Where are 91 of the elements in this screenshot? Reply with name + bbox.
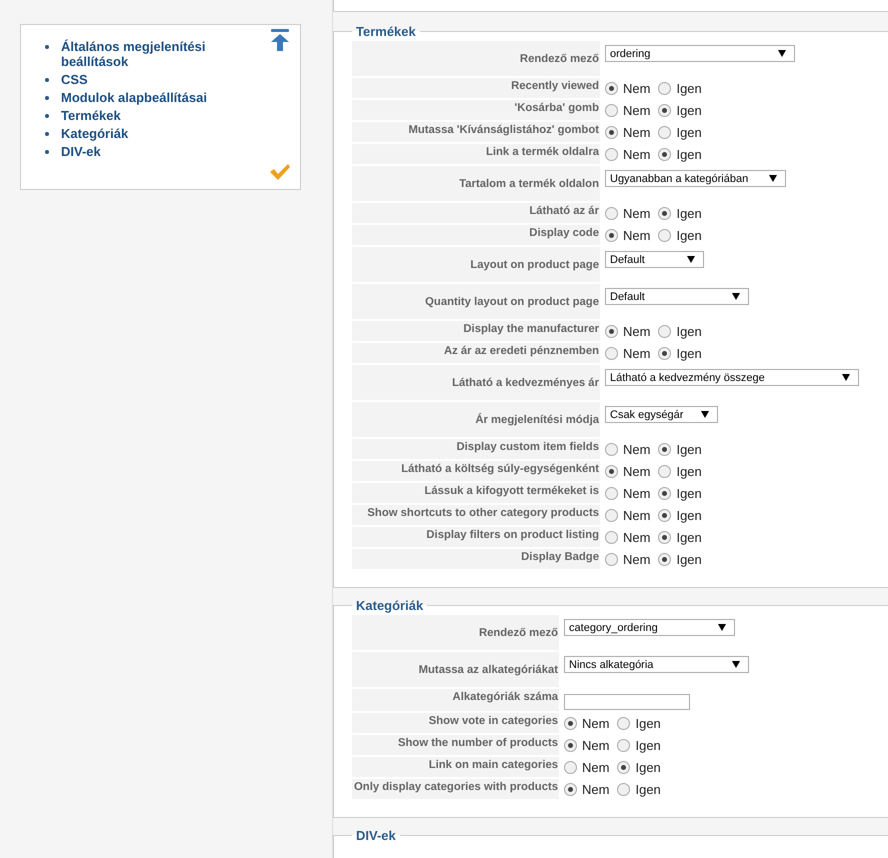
caret-icon: [732, 293, 740, 300]
dropdown[interactable]: Nincs alkategória: [564, 656, 750, 673]
field-label: Link a termék oldalra: [486, 146, 599, 158]
radio-option[interactable]: Igen: [658, 552, 702, 567]
caret-icon: [778, 50, 786, 57]
radio-option[interactable]: Igen: [617, 716, 661, 731]
field-label: Látható a kedvezményes ár: [452, 376, 599, 388]
radio-option[interactable]: Nem: [605, 552, 650, 567]
section-title: Termékek: [355, 24, 417, 39]
radio-option[interactable]: Nem: [605, 508, 650, 523]
dropdown[interactable]: Default: [605, 251, 704, 268]
field-label: Link on main categories: [428, 759, 558, 771]
radio-option[interactable]: Nem: [605, 530, 650, 545]
field-label: Show vote in categories: [428, 715, 558, 727]
field-label: Látható a költség súly-egységenként: [401, 463, 599, 475]
radio-option[interactable]: Nem: [605, 81, 650, 96]
field-label: Layout on product page: [470, 258, 599, 270]
radio-option[interactable]: Nem: [605, 206, 650, 221]
caret-icon: [718, 624, 726, 631]
navigation-link[interactable]: Termékek: [61, 108, 121, 123]
radio-option[interactable]: Igen: [617, 782, 661, 797]
checkmark-icon: [269, 163, 291, 181]
field-label: Display code: [529, 227, 599, 239]
up-arrow-icon[interactable]: [270, 28, 290, 52]
caret-icon: [732, 661, 740, 668]
radio-option[interactable]: Nem: [605, 486, 650, 501]
field-label: Display filters on product listing: [426, 529, 599, 541]
radio-option[interactable]: Nem: [605, 346, 650, 361]
radio-option[interactable]: Igen: [617, 760, 661, 775]
dropdown[interactable]: Csak egységár: [605, 406, 718, 423]
field-label: Display the manufacturer: [463, 323, 599, 335]
field-label: Quantity layout on product page: [425, 296, 599, 308]
navigation-link[interactable]: DIV-ek: [61, 144, 101, 159]
caret-icon: [701, 411, 709, 418]
field-label: Alkategóriák száma: [452, 691, 558, 703]
field-label: Show shortcuts to other category products: [367, 507, 599, 519]
field-label: Rendező mező: [520, 52, 599, 64]
caret-icon: [769, 175, 777, 182]
field-label: Recently viewed: [511, 80, 599, 92]
input-field[interactable]: [564, 694, 690, 710]
dropdown[interactable]: Default: [605, 288, 749, 305]
navigation-link[interactable]: CSS: [61, 72, 88, 87]
field-label: Mutassa 'Kívánságlistához' gombot: [408, 124, 599, 136]
field-label: 'Kosárba' gomb: [514, 102, 599, 114]
dropdown[interactable]: Látható a kedvezmény összege: [605, 369, 859, 386]
navigation-link[interactable]: Modulok alapbeállításai: [61, 90, 207, 105]
field-label: Display custom item fields: [456, 441, 599, 453]
field-label: Mutassa az alkategóriákat: [418, 664, 558, 676]
radio-option[interactable]: Igen: [617, 738, 661, 753]
radio-option[interactable]: Igen: [658, 125, 702, 140]
field-label: Display Badge: [521, 551, 599, 563]
radio-option[interactable]: Igen: [658, 147, 702, 162]
caret-icon: [842, 374, 850, 381]
section-title: DIV-ek: [355, 828, 397, 843]
dropdown[interactable]: Ugyanabban a kategóriában: [605, 170, 786, 187]
radio-option[interactable]: Igen: [658, 228, 702, 243]
field-label: Only display categories with products: [354, 781, 558, 793]
radio-option[interactable]: Igen: [658, 486, 702, 501]
navigation-link[interactable]: Általános megjelenítési beállítások: [61, 39, 241, 69]
field-label: Tartalom a termék oldalon: [459, 178, 599, 190]
field-label: Show the number of products: [398, 737, 558, 749]
radio-option[interactable]: Igen: [658, 530, 702, 545]
radio-option[interactable]: Igen: [658, 206, 702, 221]
radio-option[interactable]: Nem: [605, 125, 650, 140]
radio-option[interactable]: Nem: [605, 103, 650, 118]
radio-option[interactable]: Igen: [658, 103, 702, 118]
field-label: Ár megjelenítési módja: [475, 414, 599, 426]
field-label: Rendező mező: [478, 626, 558, 638]
section-title: Kategóriák: [355, 598, 424, 613]
radio-option[interactable]: Nem: [605, 324, 650, 339]
radio-option[interactable]: Igen: [658, 81, 702, 96]
radio-option[interactable]: Nem: [564, 738, 610, 753]
dropdown[interactable]: ordering: [605, 45, 795, 62]
field-label: Látható az ár: [529, 205, 599, 217]
radio-option[interactable]: Nem: [605, 147, 650, 162]
radio-option[interactable]: Nem: [564, 760, 610, 775]
field-label: Lássuk a kifogyott termékeket is: [424, 485, 599, 497]
radio-option[interactable]: Igen: [658, 442, 702, 457]
radio-option[interactable]: Nem: [605, 464, 650, 479]
navigation-link[interactable]: Kategóriák: [61, 126, 128, 141]
radio-option[interactable]: Igen: [658, 464, 702, 479]
dropdown[interactable]: category_ordering: [564, 619, 736, 636]
radio-option[interactable]: Nem: [605, 228, 650, 243]
radio-option[interactable]: Nem: [564, 716, 610, 731]
radio-option[interactable]: Nem: [564, 782, 610, 797]
field-label: Az ár az eredeti pénznemben: [444, 345, 599, 357]
radio-option[interactable]: Nem: [605, 442, 650, 457]
radio-option[interactable]: Igen: [658, 324, 702, 339]
radio-option[interactable]: Igen: [658, 346, 702, 361]
caret-icon: [687, 256, 695, 263]
radio-option[interactable]: Igen: [658, 508, 702, 523]
